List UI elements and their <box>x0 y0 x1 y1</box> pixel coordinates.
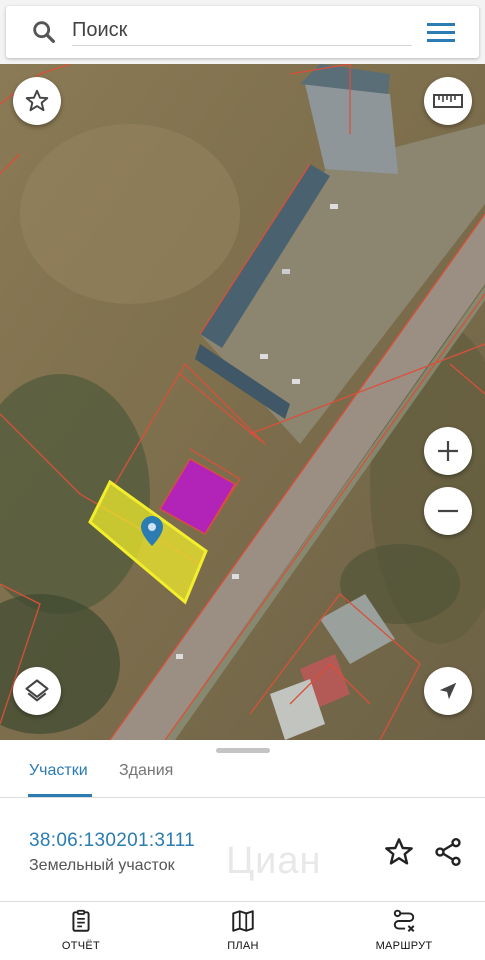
share-icon[interactable] <box>432 836 464 868</box>
navigation-arrow-icon <box>439 682 457 700</box>
nav-report[interactable]: ОТЧЁТ <box>21 908 141 958</box>
search-input[interactable] <box>72 16 412 46</box>
active-tab-indicator <box>28 794 92 797</box>
nav-plan[interactable]: ПЛАН <box>183 908 303 958</box>
clipboard-icon <box>72 909 90 932</box>
menu-icon[interactable] <box>425 18 459 46</box>
nav-report-label: ОТЧЁТ <box>61 940 101 952</box>
star-icon <box>25 89 49 112</box>
search-icon[interactable] <box>30 18 58 46</box>
map-imagery <box>0 64 485 740</box>
satellite-map[interactable] <box>0 64 485 740</box>
ruler-icon <box>433 94 463 108</box>
bottom-navigation: ОТЧЁТ ПЛАН МАРШРУТ <box>0 902 485 960</box>
plus-icon <box>438 441 458 461</box>
watermark: Циан <box>226 840 322 882</box>
star-icon[interactable] <box>383 836 415 868</box>
tab-buildings[interactable]: Здания <box>119 760 173 798</box>
top-bar <box>0 0 485 64</box>
bottom-sheet: Участки Здания Циан 38:06:130201:3111 Зе… <box>0 740 485 960</box>
parcel-type: Земельный участок <box>29 857 175 874</box>
parcel-card[interactable]: Циан 38:06:130201:3111 Земельный участок <box>0 800 485 902</box>
search-box <box>6 6 479 58</box>
ruler-button[interactable] <box>424 77 472 125</box>
my-location-button[interactable] <box>424 667 472 715</box>
layers-icon <box>25 679 49 702</box>
map-icon <box>232 910 254 932</box>
parcel-cadastral-number[interactable]: 38:06:130201:3111 <box>29 830 195 852</box>
favorite-map-button[interactable] <box>13 77 61 125</box>
minus-icon <box>438 509 458 513</box>
route-icon <box>393 909 415 932</box>
sheet-drag-handle[interactable] <box>216 748 270 753</box>
nav-route[interactable]: МАРШРУТ <box>344 908 464 958</box>
zoom-out-button[interactable] <box>424 487 472 535</box>
tab-parcels[interactable]: Участки <box>29 760 88 798</box>
zoom-in-button[interactable] <box>424 427 472 475</box>
layers-button[interactable] <box>13 667 61 715</box>
tab-bar: Участки Здания <box>0 758 485 798</box>
nav-route-label: МАРШРУТ <box>375 940 433 952</box>
nav-plan-label: ПЛАН <box>227 940 259 952</box>
